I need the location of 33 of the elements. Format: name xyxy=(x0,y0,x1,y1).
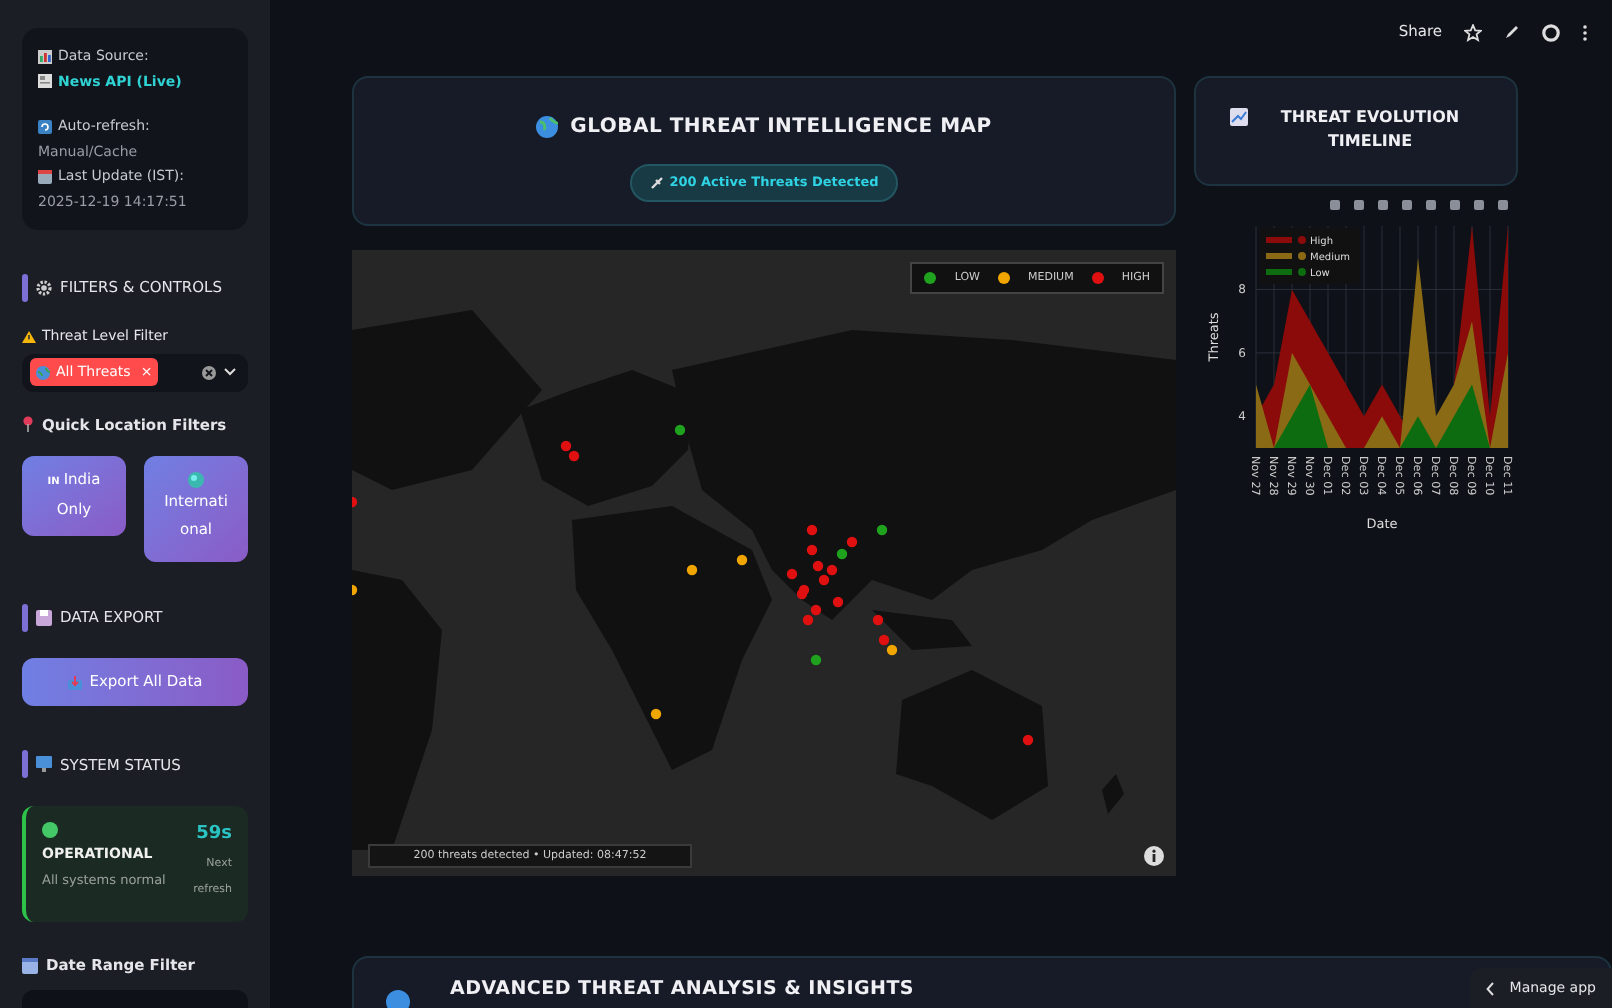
monitor-icon xyxy=(36,756,52,773)
calendar-icon xyxy=(22,957,38,974)
pin-icon xyxy=(22,416,34,433)
globe-icon xyxy=(188,472,204,489)
panel-title: GLOBAL THREAT INTELLIGENCE MAP xyxy=(570,114,992,142)
gear-icon xyxy=(36,280,52,296)
globe-icon xyxy=(36,365,50,379)
accent-bar xyxy=(22,274,28,302)
download-icon xyxy=(67,675,82,690)
warning-icon xyxy=(22,329,36,344)
globe-icon xyxy=(536,116,559,138)
chevron-down-icon[interactable] xyxy=(224,368,236,376)
more-menu-icon[interactable] xyxy=(1582,23,1588,41)
info-icon xyxy=(1144,846,1164,866)
status-dot-icon xyxy=(42,822,58,839)
clear-icon[interactable] xyxy=(202,365,216,379)
line-chart-icon xyxy=(1230,108,1248,126)
github-icon[interactable] xyxy=(1542,23,1560,41)
chevron-left-icon xyxy=(1485,981,1494,995)
globe-icon xyxy=(386,990,410,1008)
star-icon[interactable] xyxy=(1464,23,1482,41)
panel-title: THREAT EVOLUTION TIMELINE xyxy=(1278,106,1462,154)
newspaper-icon xyxy=(38,74,52,89)
countdown-value: 59s xyxy=(196,822,232,849)
panel-title: ADVANCED THREAT ANALYSIS & INSIGHTS xyxy=(450,978,915,1002)
pencil-icon[interactable] xyxy=(1504,24,1520,40)
bar-chart-icon xyxy=(38,49,52,64)
chart-legend xyxy=(1260,228,1360,284)
refresh-icon xyxy=(38,119,52,134)
accent-bar xyxy=(22,750,28,779)
satellite-icon xyxy=(649,176,664,190)
calendar-icon xyxy=(38,169,52,184)
accent-bar xyxy=(22,603,28,632)
